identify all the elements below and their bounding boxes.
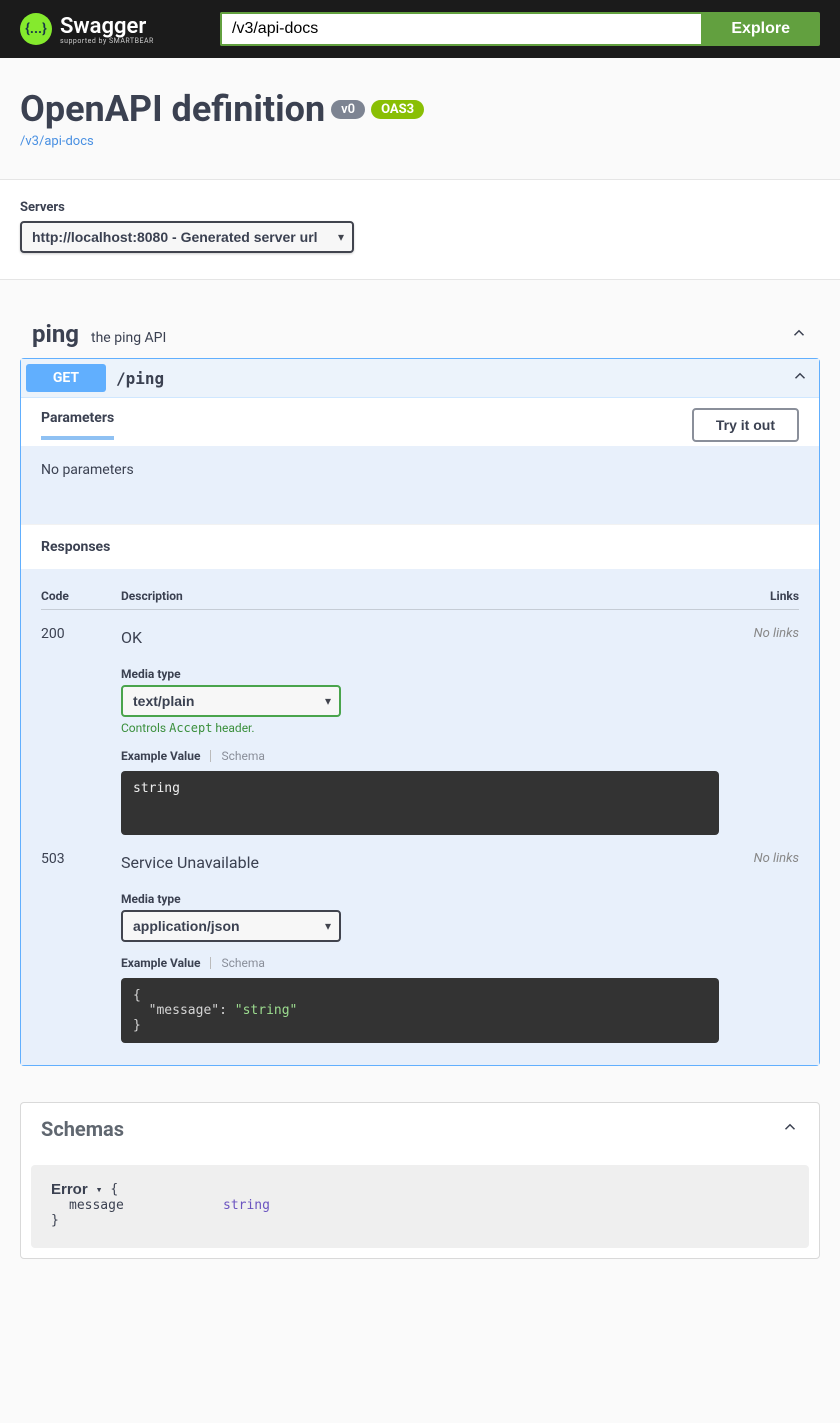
model-open-brace: { [110, 1182, 118, 1197]
model-field-name: message [69, 1198, 199, 1213]
response-status-text: Service Unavailable [121, 853, 739, 872]
tag-name: ping [32, 320, 79, 348]
servers-label: Servers [20, 200, 820, 215]
tag-description: the ping API [91, 330, 166, 346]
response-links: No links [739, 626, 799, 835]
schemas-title: Schemas [41, 1117, 124, 1141]
url-form: Explore [220, 12, 820, 46]
swagger-logo-icon: {...} [20, 13, 52, 45]
tab-example-value[interactable]: Example Value [121, 749, 200, 763]
tab-divider [210, 750, 211, 762]
tab-schema[interactable]: Schema [221, 749, 264, 763]
response-links: No links [739, 851, 799, 1043]
schemas-header[interactable]: Schemas [21, 1103, 819, 1155]
topbar: {...} Swagger supported by SMARTBEAR Exp… [0, 0, 840, 58]
responses-col-links: Links [739, 589, 799, 603]
chevron-up-icon [790, 324, 808, 346]
brand-subtext: supported by SMARTBEAR [60, 37, 154, 45]
parameters-tab[interactable]: Parameters [41, 410, 114, 440]
model-name-error[interactable]: Error [51, 1181, 88, 1198]
opblock-get-ping: GET /ping Parameters Try it out No param… [20, 358, 820, 1066]
servers-select[interactable]: http://localhost:8080 - Generated server… [20, 221, 354, 253]
tag-header-ping[interactable]: ping the ping API [20, 310, 820, 358]
oas-badge: OAS3 [371, 100, 424, 119]
model-field-type: string [223, 1198, 270, 1213]
chevron-up-icon [791, 367, 809, 389]
responses-col-code: Code [41, 589, 121, 603]
version-badge: v0 [331, 100, 365, 119]
models-body: Error ▾ { message string } [31, 1165, 809, 1248]
example-block-503: { "message": "string" } [121, 978, 719, 1043]
accept-header-note: Controls Accept header. [121, 721, 739, 735]
brand-text: Swagger [60, 14, 154, 39]
response-row-503: 503 Service Unavailable Media type appli… [41, 835, 799, 1043]
spec-url-input[interactable] [220, 12, 701, 46]
api-title: OpenAPI definition [20, 88, 325, 130]
explore-button[interactable]: Explore [701, 12, 820, 46]
chevron-down-icon[interactable]: ▾ [96, 1183, 103, 1196]
tag-section-ping: ping the ping API GET /ping Parameters T… [0, 310, 840, 1066]
http-method-badge: GET [26, 364, 106, 392]
schemas-section: Schemas Error ▾ { message string } [20, 1102, 820, 1259]
tab-divider [210, 957, 211, 969]
model-close-brace: } [51, 1213, 59, 1228]
chevron-up-icon [781, 1118, 799, 1140]
example-block-200: string [121, 771, 719, 835]
media-type-label: Media type [121, 892, 739, 906]
try-it-out-button[interactable]: Try it out [692, 408, 799, 442]
opblock-summary[interactable]: GET /ping [21, 359, 819, 397]
no-parameters-text: No parameters [41, 462, 134, 478]
response-status-text: OK [121, 628, 739, 647]
response-code: 503 [41, 851, 121, 1043]
info-section: OpenAPI definition v0 OAS3 /v3/api-docs [0, 58, 840, 179]
tab-example-value[interactable]: Example Value [121, 956, 200, 970]
tab-schema[interactable]: Schema [221, 956, 264, 970]
media-type-select-200[interactable]: text/plain [121, 685, 341, 717]
swagger-logo: {...} Swagger supported by SMARTBEAR [20, 13, 220, 45]
responses-col-description: Description [121, 589, 739, 603]
parameters-bar: Parameters Try it out [21, 397, 819, 446]
operation-path: /ping [116, 369, 164, 388]
response-row-200: 200 OK Media type text/plain ▾ Controls … [41, 610, 799, 835]
media-type-select-503[interactable]: application/json [121, 910, 341, 942]
response-code: 200 [41, 626, 121, 835]
responses-header: Responses [21, 524, 819, 569]
responses-body: Code Description Links 200 OK Media type… [21, 569, 819, 1065]
servers-section: Servers http://localhost:8080 - Generate… [0, 179, 840, 280]
api-docs-link[interactable]: /v3/api-docs [20, 134, 94, 149]
media-type-label: Media type [121, 667, 739, 681]
parameters-body: No parameters [21, 446, 819, 524]
